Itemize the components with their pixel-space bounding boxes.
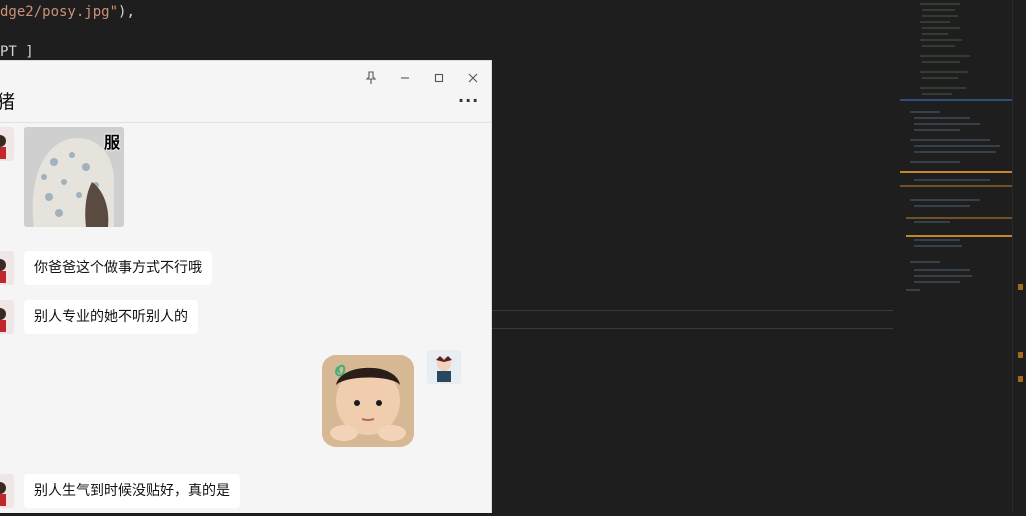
contact-avatar[interactable] bbox=[0, 251, 14, 285]
code-punctuation: ), bbox=[118, 4, 135, 20]
chat-titlebar[interactable]: 猪 ··· bbox=[0, 61, 491, 123]
editor-rule bbox=[490, 328, 893, 329]
chat-window: 猪 ··· 服 你爸爸这个做事方式不行哦 别人 bbox=[0, 60, 492, 513]
pin-icon bbox=[365, 71, 377, 84]
minimize-icon bbox=[401, 77, 409, 79]
avatar-image bbox=[0, 308, 6, 332]
minimap-graphic bbox=[900, 3, 1012, 291]
more-options-button[interactable]: ··· bbox=[458, 91, 479, 110]
sticker-image bbox=[322, 355, 414, 447]
contact-avatar[interactable] bbox=[0, 474, 14, 508]
code-line: dge2/posy.jpg"), bbox=[0, 4, 135, 20]
code-line: PT ] bbox=[0, 44, 34, 60]
avatar-image bbox=[0, 259, 6, 283]
chat-title: 猪 bbox=[0, 87, 15, 114]
minimap[interactable] bbox=[900, 0, 1012, 512]
message-bubble[interactable]: 你爸爸这个做事方式不行哦 bbox=[24, 251, 212, 285]
close-button[interactable] bbox=[462, 67, 484, 89]
scrollbar-marker bbox=[1018, 352, 1023, 358]
message-bubble[interactable]: 别人专业的她不听别人的 bbox=[24, 300, 198, 334]
contact-avatar[interactable] bbox=[0, 300, 14, 334]
maximize-button[interactable] bbox=[428, 67, 450, 89]
avatar-image bbox=[0, 135, 6, 159]
scrollbar-marker bbox=[1018, 376, 1023, 382]
sticker-caption: 服 bbox=[103, 133, 120, 152]
sticker-message[interactable]: 服 bbox=[24, 127, 124, 227]
scrollbar-marker bbox=[1018, 284, 1023, 290]
close-icon bbox=[468, 73, 478, 83]
maximize-icon bbox=[434, 73, 444, 83]
minimize-button[interactable] bbox=[394, 67, 416, 89]
contact-avatar[interactable] bbox=[0, 127, 14, 161]
avatar-image bbox=[0, 482, 6, 506]
my-avatar[interactable] bbox=[427, 350, 461, 384]
title-divider bbox=[0, 122, 491, 123]
message-bubble[interactable]: 别人生气到时候没贴好，真的是 bbox=[24, 474, 240, 508]
scrollbar[interactable] bbox=[1012, 0, 1026, 512]
sticker-message[interactable] bbox=[322, 355, 414, 447]
pin-button[interactable] bbox=[360, 67, 382, 89]
code-string: dge2/posy.jpg" bbox=[0, 4, 119, 20]
avatar-image bbox=[436, 356, 452, 382]
editor-rule bbox=[490, 310, 893, 311]
